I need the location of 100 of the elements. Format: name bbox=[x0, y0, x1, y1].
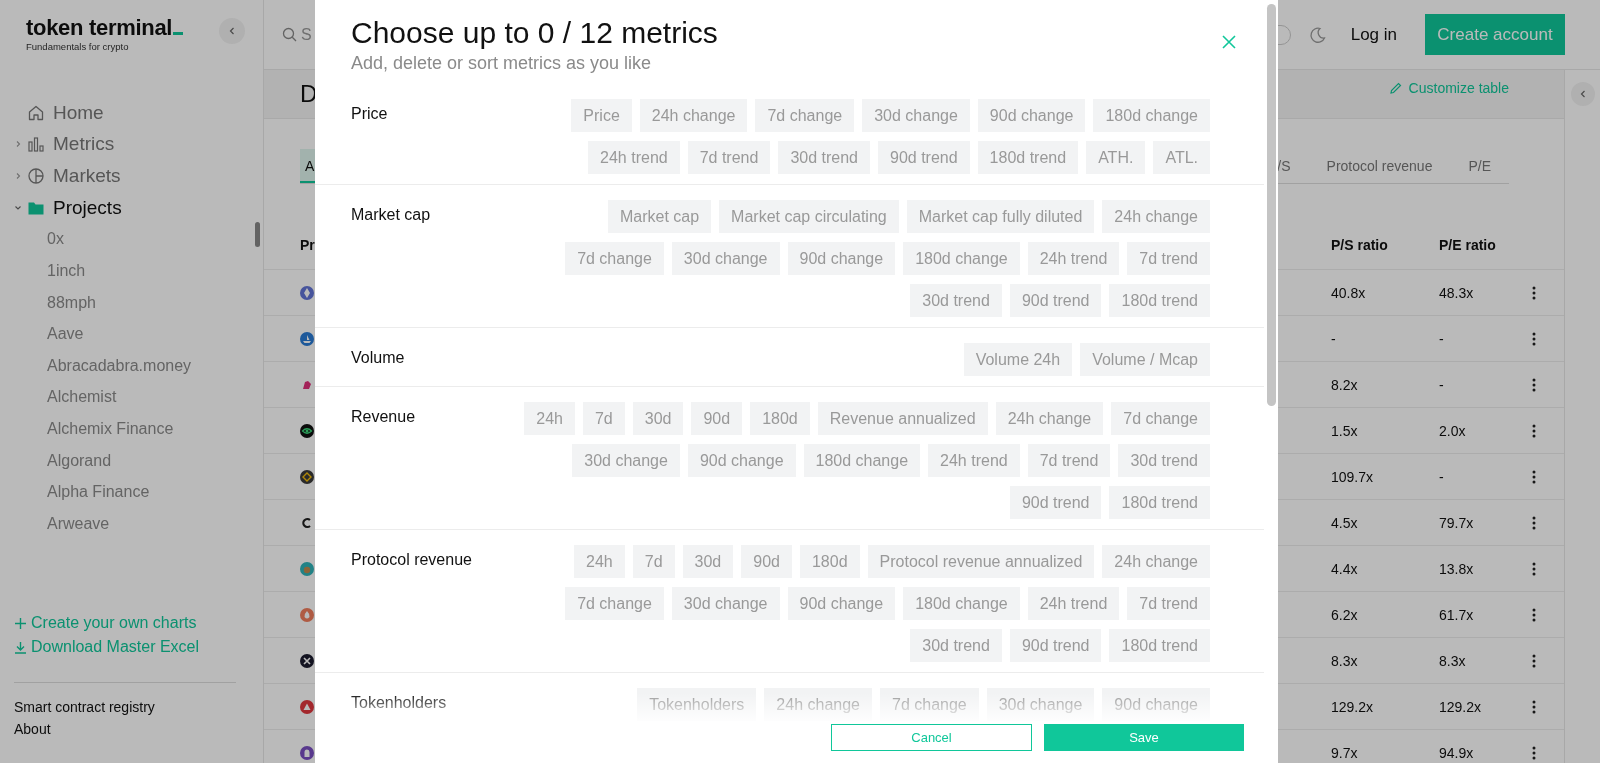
metric-chip[interactable]: 180d trend bbox=[977, 141, 1079, 174]
metric-chip[interactable]: 30d change bbox=[671, 587, 780, 620]
tab[interactable]: P/E bbox=[1450, 149, 1509, 183]
metric-chip[interactable]: 7d trend bbox=[687, 141, 771, 174]
project-item[interactable]: 1inch bbox=[14, 254, 263, 287]
metric-chip[interactable]: Market cap bbox=[607, 200, 712, 233]
metric-chip[interactable]: Market cap fully diluted bbox=[906, 200, 1095, 233]
metric-chip[interactable]: Protocol revenue annualized bbox=[867, 545, 1095, 578]
metric-chip[interactable]: 180d change bbox=[903, 242, 1020, 275]
nav-item[interactable]: Markets bbox=[53, 165, 121, 187]
more-options-icon[interactable] bbox=[1532, 285, 1536, 300]
action-link[interactable]: Create your own charts bbox=[14, 614, 249, 632]
metric-chip[interactable]: 90d change bbox=[787, 242, 896, 275]
metric-chip[interactable]: 30d change bbox=[572, 444, 680, 477]
metric-chip[interactable]: 90d bbox=[691, 402, 743, 435]
metric-chip[interactable]: 24h trend bbox=[1027, 587, 1120, 620]
more-options-icon[interactable] bbox=[1532, 561, 1536, 576]
metric-chip[interactable]: 90d bbox=[741, 545, 792, 578]
more-options-icon[interactable] bbox=[1532, 515, 1536, 530]
metric-chip[interactable]: 180d trend bbox=[1109, 629, 1210, 662]
metric-chip[interactable]: 30d change bbox=[671, 242, 780, 275]
nav-item[interactable]: Projects bbox=[53, 196, 122, 219]
metric-chip[interactable]: 24h trend bbox=[588, 141, 680, 174]
metric-chip[interactable]: 7d change bbox=[1111, 402, 1210, 435]
project-item[interactable]: 88mph bbox=[14, 286, 263, 319]
metric-chip[interactable]: 30d trend bbox=[778, 141, 870, 174]
metric-chip[interactable]: 7d bbox=[582, 402, 625, 435]
more-options-icon[interactable] bbox=[1532, 699, 1536, 714]
metric-chip[interactable]: 180d change bbox=[1093, 99, 1210, 132]
more-options-icon[interactable] bbox=[1532, 377, 1536, 392]
metric-chip[interactable]: Market cap circulating bbox=[719, 200, 899, 233]
project-item[interactable]: Aave bbox=[14, 318, 263, 350]
chevron-down-icon[interactable] bbox=[14, 203, 22, 212]
customize-table-link[interactable]: Customize table bbox=[1388, 80, 1509, 96]
metric-chip[interactable]: Volume / Mcap bbox=[1080, 343, 1210, 376]
metric-chip[interactable]: 90d trend bbox=[1009, 629, 1102, 662]
login-link[interactable]: Log in bbox=[1350, 24, 1397, 45]
metric-chip[interactable]: 7d trend bbox=[1027, 444, 1111, 477]
metric-chip[interactable]: 90d trend bbox=[1009, 486, 1102, 519]
metric-chip[interactable]: 180d change bbox=[903, 587, 1020, 620]
action-link[interactable]: Download Master Excel bbox=[14, 638, 249, 656]
more-options-icon[interactable] bbox=[1532, 607, 1536, 622]
scrollbar[interactable] bbox=[1267, 4, 1276, 406]
metric-chip[interactable]: 180d bbox=[799, 545, 860, 578]
project-item[interactable]: Abracadabra.money bbox=[14, 349, 263, 382]
metric-chip[interactable]: 30d bbox=[632, 402, 684, 435]
metric-chip[interactable]: 7d change bbox=[565, 242, 664, 275]
metric-chip[interactable]: 7d change bbox=[565, 587, 664, 620]
metric-chip[interactable]: 24h bbox=[524, 402, 575, 435]
metric-chip[interactable]: 24h bbox=[574, 545, 625, 578]
metric-chip[interactable]: 24h change bbox=[639, 99, 748, 132]
project-item[interactable]: Alchemix Finance bbox=[14, 412, 263, 445]
cancel-button[interactable]: Cancel bbox=[831, 724, 1032, 751]
metric-chip[interactable]: 30d change bbox=[862, 99, 970, 132]
metric-chip[interactable]: 180d bbox=[750, 402, 810, 435]
more-options-icon[interactable] bbox=[1532, 331, 1536, 346]
metric-chip[interactable]: 24h trend bbox=[1027, 242, 1120, 275]
metric-chip[interactable]: Volume 24h bbox=[963, 343, 1073, 376]
metric-chip[interactable]: ATH. bbox=[1086, 141, 1146, 174]
save-button[interactable]: Save bbox=[1044, 724, 1244, 751]
metric-chip[interactable]: 90d trend bbox=[878, 141, 970, 174]
footer-link[interactable]: Smart contract registry bbox=[14, 699, 236, 715]
metric-chip[interactable]: 90d change bbox=[977, 99, 1086, 132]
metric-chip[interactable]: Price bbox=[571, 99, 632, 132]
metric-chip[interactable]: 180d change bbox=[803, 444, 921, 477]
scrollbar[interactable] bbox=[255, 222, 260, 247]
metric-chip[interactable]: 7d trend bbox=[1127, 242, 1210, 275]
metric-chip[interactable]: 24h change bbox=[995, 402, 1104, 435]
metric-chip[interactable]: 7d trend bbox=[1127, 587, 1210, 620]
metric-chip[interactable]: 7d change bbox=[755, 99, 855, 132]
metric-chip[interactable]: 24h trend bbox=[928, 444, 1020, 477]
metric-chip[interactable]: 30d trend bbox=[910, 284, 1002, 317]
nav-item[interactable]: Home bbox=[53, 101, 104, 124]
metric-chip[interactable]: 30d bbox=[682, 545, 734, 578]
more-options-icon[interactable] bbox=[1532, 469, 1536, 484]
project-item[interactable]: Alchemist bbox=[14, 381, 263, 413]
more-options-icon[interactable] bbox=[1532, 745, 1536, 760]
project-item[interactable]: Alpha Finance bbox=[14, 476, 263, 508]
moon-icon[interactable] bbox=[1308, 25, 1327, 44]
project-item[interactable]: Arweave bbox=[14, 507, 263, 540]
metric-chip[interactable]: 180d trend bbox=[1109, 284, 1210, 317]
footer-link[interactable]: About bbox=[14, 721, 236, 737]
metric-chip[interactable]: 30d trend bbox=[1118, 444, 1210, 477]
metric-chip[interactable]: 90d trend bbox=[1009, 284, 1102, 317]
metric-chip[interactable]: 180d trend bbox=[1109, 486, 1210, 519]
more-options-icon[interactable] bbox=[1532, 653, 1536, 668]
project-item[interactable]: 0x bbox=[14, 223, 263, 255]
column-header[interactable]: P/E ratio bbox=[1439, 236, 1516, 253]
metric-chip[interactable]: 7d bbox=[632, 545, 675, 578]
metric-chip[interactable]: ATL. bbox=[1153, 141, 1210, 174]
metric-chip[interactable]: 24h change bbox=[1102, 200, 1210, 233]
metric-chip[interactable]: 30d trend bbox=[910, 629, 1002, 662]
metric-chip[interactable]: 90d change bbox=[787, 587, 896, 620]
tab[interactable]: Protocol revenue bbox=[1308, 149, 1451, 183]
metric-chip[interactable]: Revenue annualized bbox=[817, 402, 988, 435]
column-header[interactable]: P/S ratio bbox=[1331, 236, 1439, 253]
metric-chip[interactable]: 24h change bbox=[1102, 545, 1210, 578]
create-account-button[interactable]: Create account bbox=[1425, 14, 1565, 55]
metric-chip[interactable]: 90d change bbox=[687, 444, 796, 477]
nav-item[interactable]: Metrics bbox=[53, 133, 115, 156]
